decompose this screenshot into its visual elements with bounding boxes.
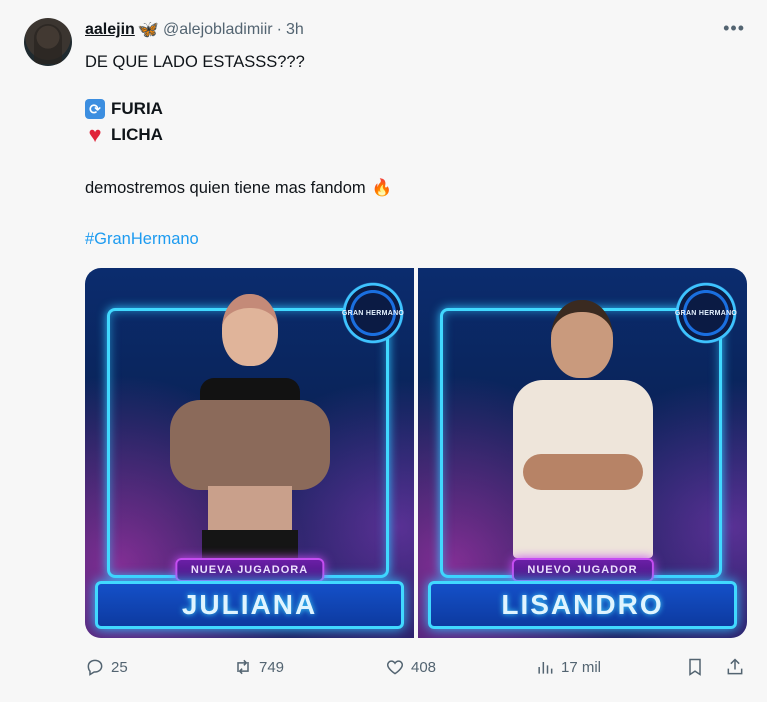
media-image-lisandro[interactable]: GRAN HERMANO NUEVO JUGADOR LISANDRO xyxy=(418,268,747,638)
share-icon xyxy=(727,658,743,675)
repost-count: 749 xyxy=(259,658,285,676)
views-button[interactable]: 17 mil xyxy=(535,657,601,677)
reply-count: 25 xyxy=(111,658,128,676)
contestant-arms xyxy=(169,400,330,490)
views-count: 17 mil xyxy=(561,658,602,676)
bookmark-icon xyxy=(689,658,701,676)
tweet-text-line2-text: demostremos quien tiene mas fandom xyxy=(85,179,366,197)
timestamp[interactable]: 3h xyxy=(286,21,304,39)
tweet-text-line2: demostremos quien tiene mas fandom 🔥 xyxy=(85,178,392,198)
like-count: 408 xyxy=(411,658,437,676)
red-heart-emoji-icon: ♥ xyxy=(88,122,102,147)
repost-icon xyxy=(237,659,249,675)
hashtag-link[interactable]: #GranHermano xyxy=(85,230,199,249)
like-button[interactable]: 408 xyxy=(385,657,436,677)
avatar[interactable] xyxy=(24,18,72,66)
fire-emoji-icon: 🔥 xyxy=(371,179,393,197)
butterfly-icon: 🦋 xyxy=(137,20,159,39)
contestant-photo-juliana xyxy=(150,290,350,565)
views-chart-icon xyxy=(538,662,553,674)
author-name[interactable]: aalejin xyxy=(85,21,135,39)
reply-icon xyxy=(87,659,103,676)
action-bar: 25 749 408 17 mil xyxy=(85,657,747,681)
media-grid[interactable]: GRAN HERMANO NUEVA JUGADORA JULIANA GRAN… xyxy=(85,268,747,638)
contestant-head xyxy=(221,294,278,366)
tweet[interactable]: aalejin 🦋 @alejobladimiir · 3h ••• DE QU… xyxy=(0,0,767,702)
logo-text: GRAN HERMANO xyxy=(341,309,405,317)
gran-hermano-logo: GRAN HERMANO xyxy=(675,282,737,344)
heart-icon xyxy=(386,660,404,675)
repost-button[interactable]: 749 xyxy=(233,657,284,677)
more-options-icon[interactable]: ••• xyxy=(723,18,745,39)
contestant-name-plate: LISANDRO xyxy=(428,581,737,629)
role-badge: NUEVO JUGADOR xyxy=(511,558,654,582)
contestant-arms xyxy=(522,454,643,490)
author-handle[interactable]: @alejobladimiir xyxy=(163,21,273,39)
logo-text: GRAN HERMANO xyxy=(674,309,738,317)
separator-dot: · xyxy=(276,21,282,38)
contestant-photo-lisandro xyxy=(483,298,683,558)
option-licha-label: LICHA xyxy=(111,125,163,144)
option-furia-label: FURIA xyxy=(111,99,163,118)
share-button[interactable] xyxy=(725,657,751,677)
tweet-header: aalejin 🦋 @alejobladimiir · 3h xyxy=(85,20,304,40)
gran-hermano-logo: GRAN HERMANO xyxy=(342,282,404,344)
repost-emoji-icon: ⟳ xyxy=(85,99,105,119)
option-furia: ⟳ FURIA xyxy=(85,99,163,119)
contestant-name-plate: JULIANA xyxy=(95,581,404,629)
contestant-head xyxy=(550,300,613,378)
option-licha: ♥ LICHA xyxy=(85,122,163,147)
tweet-text-line1: DE QUE LADO ESTASSS??? xyxy=(85,53,305,71)
media-image-juliana[interactable]: GRAN HERMANO NUEVA JUGADORA JULIANA xyxy=(85,268,414,638)
role-badge: NUEVA JUGADORA xyxy=(174,558,325,582)
reply-button[interactable]: 25 xyxy=(85,657,128,677)
bookmark-button[interactable] xyxy=(685,657,711,677)
